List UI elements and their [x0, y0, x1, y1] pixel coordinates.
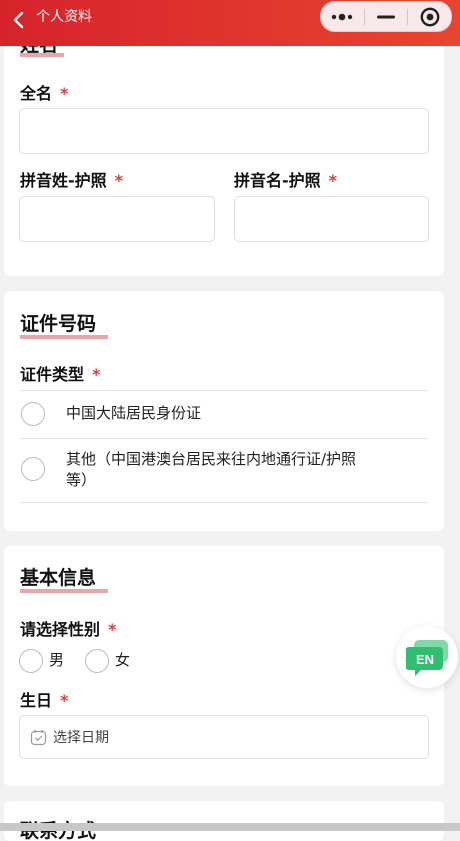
option-label: 中国大陆居民身份证: [66, 404, 202, 422]
radio-female[interactable]: [85, 649, 109, 673]
birthday-label: 生日 *: [20, 691, 69, 710]
section-title-id: 证件号码: [20, 313, 97, 335]
required-marker: *: [328, 171, 338, 190]
divider: [20, 502, 428, 503]
required-marker: *: [108, 620, 117, 639]
required-marker: *: [114, 171, 124, 190]
section-title-basic: 基本信息: [20, 567, 97, 589]
basic-info-card: 基本信息 请选择性别 * 男 女 生日 * 选择日期: [4, 546, 444, 786]
required-marker: *: [60, 691, 69, 710]
bottom-bar: [0, 823, 460, 831]
required-marker: *: [60, 84, 69, 103]
gender-option-male[interactable]: 男: [19, 647, 81, 675]
language-label: EN: [416, 652, 435, 667]
id-option-mainland[interactable]: 中国大陆居民身份证: [4, 391, 444, 437]
contact-card: 联系方式: [4, 801, 444, 841]
mini-program-capsule: [320, 1, 452, 32]
chevron-left-icon[interactable]: [6, 8, 30, 32]
radio-other[interactable]: [21, 457, 45, 481]
gender-female-label: 女: [115, 651, 131, 669]
language-switch-button[interactable]: EN: [396, 626, 458, 688]
section-title-underline: [20, 589, 108, 593]
radio-mainland[interactable]: [21, 402, 45, 426]
section-title-underline: [20, 53, 64, 57]
id-card: 证件号码 证件类型 * 中国大陆居民身份证 其他（中国港澳台居民来往内地通行证/护…: [4, 291, 444, 531]
section-title-underline: [20, 335, 108, 339]
full-name-input[interactable]: [19, 108, 429, 154]
pinyin-given-input[interactable]: [234, 196, 429, 242]
full-name-label: 全名 *: [20, 84, 69, 103]
option-label-line1: 其他（中国港澳台居民来往内地通行证/护照: [66, 450, 357, 468]
gender-label: 请选择性别 *: [20, 620, 117, 639]
page-title: 个人资料: [36, 9, 92, 25]
top-navigation-bar: 个人资料: [0, 0, 460, 46]
id-option-other[interactable]: 其他（中国港澳台居民来往内地通行证/护照 等）: [4, 439, 444, 501]
target-close-icon[interactable]: [408, 2, 451, 31]
birthday-placeholder: 选择日期: [53, 730, 109, 746]
birthday-date-picker[interactable]: 选择日期: [19, 715, 429, 759]
name-card: 姓名 全名* 拼音姓-护照* 拼音名-护照*: [4, 30, 444, 276]
pinyin-given-label: 拼音名-护照 *: [234, 171, 338, 190]
gender-option-female[interactable]: 女: [85, 647, 147, 675]
calendar-icon: [30, 729, 47, 746]
minimize-icon[interactable]: [365, 2, 408, 31]
more-dots-icon[interactable]: [321, 2, 364, 31]
id-type-label: 证件类型 *: [20, 365, 101, 384]
option-label-line2: 等）: [66, 471, 97, 489]
required-marker: *: [92, 365, 101, 384]
pinyin-surname-label: 拼音姓-护照 *: [20, 171, 124, 190]
gender-male-label: 男: [49, 651, 65, 669]
pinyin-surname-input[interactable]: [19, 196, 215, 242]
radio-male[interactable]: [19, 649, 43, 673]
